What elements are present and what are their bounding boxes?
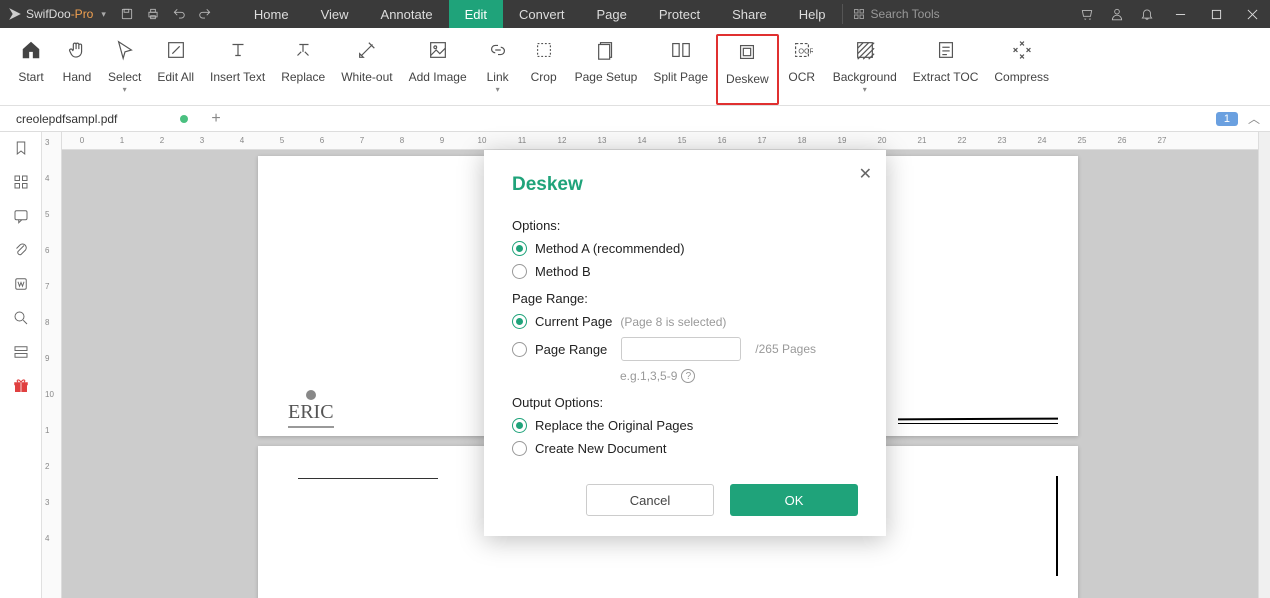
ribbon-addimage[interactable]: Add Image bbox=[401, 34, 475, 105]
createnew-label: Create New Document bbox=[535, 441, 667, 456]
radio-current-page[interactable] bbox=[512, 314, 527, 329]
ribbon-hand[interactable]: Hand bbox=[54, 34, 100, 105]
attachment-icon[interactable] bbox=[11, 240, 31, 260]
total-pages-label: /265 Pages bbox=[755, 342, 816, 356]
ribbon-splitpage[interactable]: Split Page bbox=[645, 34, 716, 105]
titlebar: SwifDoo-Pro ▾ Home View Annotate Edit Co… bbox=[0, 0, 1270, 28]
user-icon[interactable] bbox=[1102, 0, 1132, 28]
document-tab[interactable]: creolepdfsampl.pdf bbox=[0, 106, 200, 132]
ribbon: Start Hand Select▾ Edit All Insert Text … bbox=[0, 28, 1270, 106]
vertical-ruler: 3456789101234 bbox=[42, 132, 62, 598]
tab-modified-dot bbox=[180, 115, 188, 123]
ribbon-extracttoc[interactable]: Extract TOC bbox=[905, 34, 987, 105]
pagerange-opt-label: Page Range bbox=[535, 342, 607, 357]
ok-button[interactable]: OK bbox=[730, 484, 858, 516]
fields-icon[interactable] bbox=[11, 342, 31, 362]
current-page-label: Current Page bbox=[535, 314, 612, 329]
maximize-button[interactable] bbox=[1198, 0, 1234, 28]
app-dropdown-icon[interactable]: ▾ bbox=[101, 9, 106, 20]
bell-icon[interactable] bbox=[1132, 0, 1162, 28]
svg-text:OCR: OCR bbox=[798, 47, 813, 56]
ribbon-ocr[interactable]: OCROCR bbox=[779, 34, 825, 105]
menu-convert[interactable]: Convert bbox=[503, 0, 581, 28]
dialog-title: Deskew bbox=[512, 174, 858, 196]
ribbon-pagesetup[interactable]: Page Setup bbox=[567, 34, 646, 105]
menu-share[interactable]: Share bbox=[716, 0, 783, 28]
add-tab-button[interactable]: + bbox=[204, 107, 228, 131]
ribbon-link[interactable]: Link▾ bbox=[475, 34, 521, 105]
comment-icon[interactable] bbox=[11, 206, 31, 226]
word-icon[interactable] bbox=[11, 274, 31, 294]
ribbon-whiteout[interactable]: White-out bbox=[333, 34, 400, 105]
ribbon-background[interactable]: Background▾ bbox=[825, 34, 905, 105]
horizontal-ruler: 0123456789101112131415161718192021222324… bbox=[62, 132, 1258, 150]
radio-replace[interactable] bbox=[512, 418, 527, 433]
output-label: Output Options: bbox=[512, 395, 858, 410]
help-icon[interactable]: ? bbox=[681, 369, 695, 383]
ribbon-compress[interactable]: Compress bbox=[986, 34, 1057, 105]
scrollbar[interactable] bbox=[1258, 132, 1270, 598]
gift-icon[interactable] bbox=[11, 376, 31, 396]
menu-view[interactable]: View bbox=[305, 0, 365, 28]
method-a-label: Method A (recommended) bbox=[535, 241, 685, 256]
menu-edit[interactable]: Edit bbox=[449, 0, 503, 28]
app-logo: SwifDoo-Pro ▾ bbox=[0, 7, 114, 21]
radio-page-range[interactable] bbox=[512, 342, 527, 357]
minimize-button[interactable] bbox=[1162, 0, 1198, 28]
document-tabs: creolepdfsampl.pdf + 1 ︿ bbox=[0, 106, 1270, 132]
deskew-dialog: ✕ Deskew Options: Method A (recommended)… bbox=[484, 150, 886, 536]
ribbon-crop[interactable]: Crop bbox=[521, 34, 567, 105]
menu-protect[interactable]: Protect bbox=[643, 0, 716, 28]
thumbnails-icon[interactable] bbox=[11, 172, 31, 192]
bookmark-icon[interactable] bbox=[11, 138, 31, 158]
app-name: SwifDoo bbox=[26, 7, 71, 21]
close-button[interactable] bbox=[1234, 0, 1270, 28]
radio-createnew[interactable] bbox=[512, 441, 527, 456]
page-range-input[interactable] bbox=[621, 337, 741, 361]
menu-help[interactable]: Help bbox=[783, 0, 842, 28]
replace-label: Replace the Original Pages bbox=[535, 418, 693, 433]
page-badge[interactable]: 1 bbox=[1216, 112, 1238, 126]
cart-icon[interactable] bbox=[1072, 0, 1102, 28]
pagerange-label: Page Range: bbox=[512, 291, 858, 306]
undo-icon[interactable] bbox=[166, 0, 192, 28]
ribbon-select[interactable]: Select▾ bbox=[100, 34, 149, 105]
eg-hint: e.g.1,3,5-9 bbox=[620, 369, 677, 383]
app-suffix: -Pro bbox=[71, 7, 94, 21]
ribbon-deskew[interactable]: Deskew bbox=[716, 34, 779, 105]
search-icon[interactable] bbox=[11, 308, 31, 328]
ribbon-replace[interactable]: Replace bbox=[273, 34, 333, 105]
tab-filename: creolepdfsampl.pdf bbox=[16, 112, 117, 126]
save-icon[interactable] bbox=[114, 0, 140, 28]
current-page-hint: (Page 8 is selected) bbox=[620, 315, 726, 329]
method-b-label: Method B bbox=[535, 264, 591, 279]
menu-annotate[interactable]: Annotate bbox=[365, 0, 449, 28]
dialog-close-icon[interactable]: ✕ bbox=[859, 164, 872, 184]
redo-icon[interactable] bbox=[192, 0, 218, 28]
menu-page[interactable]: Page bbox=[581, 0, 643, 28]
radio-method-b[interactable] bbox=[512, 264, 527, 279]
expand-icon[interactable]: ︿ bbox=[1244, 110, 1264, 127]
options-label: Options: bbox=[512, 218, 858, 233]
search-tools[interactable]: Search Tools bbox=[842, 4, 950, 24]
left-sidebar bbox=[0, 132, 42, 598]
search-tools-label: Search Tools bbox=[871, 7, 940, 21]
cancel-button[interactable]: Cancel bbox=[586, 484, 714, 516]
doc-logo-text: ERIC bbox=[288, 401, 334, 428]
print-icon[interactable] bbox=[140, 0, 166, 28]
ribbon-start[interactable]: Start bbox=[8, 34, 54, 105]
ribbon-inserttext[interactable]: Insert Text bbox=[202, 34, 273, 105]
menu-home[interactable]: Home bbox=[238, 0, 305, 28]
ribbon-editall[interactable]: Edit All bbox=[149, 34, 202, 105]
radio-method-a[interactable] bbox=[512, 241, 527, 256]
main-menu: Home View Annotate Edit Convert Page Pro… bbox=[238, 0, 842, 28]
